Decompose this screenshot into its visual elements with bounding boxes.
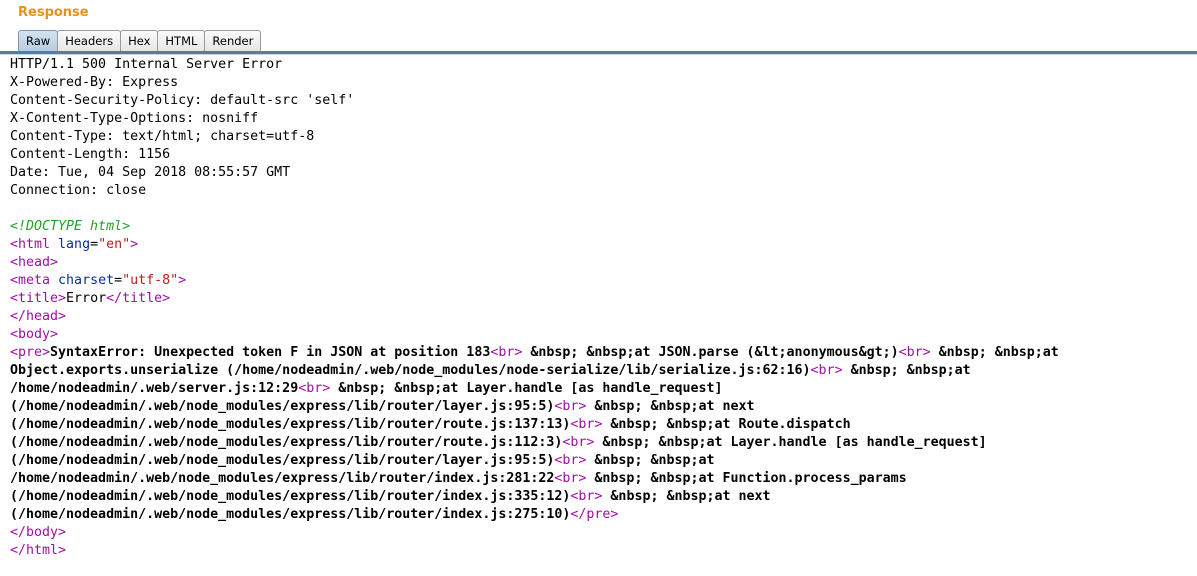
stack-trace-line: (/home/nodeadmin/.web/node_modules/expre… <box>10 416 1197 434</box>
br-tag: <br> <box>570 417 603 432</box>
br-tag: <br> <box>570 489 603 504</box>
title-open-tag: <title> <box>10 291 67 306</box>
html-close-line: </html> <box>10 542 1197 560</box>
tab-render[interactable]: Render <box>204 30 262 51</box>
stack-trace-text: SyntaxError: Unexpected token F in JSON … <box>50 345 491 360</box>
stack-trace-text: (/home/nodeadmin/.web/node_modules/expre… <box>10 435 563 450</box>
br-tag: <br> <box>554 453 587 468</box>
doctype: <!DOCTYPE html> <box>10 219 131 234</box>
lang-attr: lang <box>58 237 91 252</box>
title-text: Error <box>66 291 107 306</box>
charset-attr: charset <box>58 273 115 288</box>
stack-trace-text: Object.exports.unserialize (/home/nodead… <box>10 363 811 378</box>
br-tag: <br> <box>562 435 595 450</box>
stack-trace-text: (/home/nodeadmin/.web/node_modules/expre… <box>10 489 571 504</box>
stack-trace-line: /home/nodeadmin/.web/server.js:12:29<br>… <box>10 380 1197 398</box>
tab-headers[interactable]: Headers <box>57 30 122 51</box>
stack-trace-text: &nbsp; &nbsp;at Function.process_params <box>586 471 907 486</box>
stack-trace-line: <pre>SyntaxError: Unexpected token F in … <box>10 344 1197 362</box>
view-tabs: Raw Headers Hex HTML Render <box>18 30 262 51</box>
response-panel-title: Response <box>18 5 89 20</box>
lang-value: "en" <box>98 237 131 252</box>
body-close-line: </body> <box>10 524 1197 542</box>
stack-trace-text: &nbsp; &nbsp;at Layer.handle [as handle_… <box>594 435 987 450</box>
header-line: Content-Length: 1156 <box>10 147 171 162</box>
title-line: <title>Error</title> <box>10 290 1197 308</box>
status-line: HTTP/1.1 500 Internal Server Error <box>10 57 283 72</box>
stack-trace-text: &nbsp; &nbsp;at Layer.handle [as handle_… <box>330 381 723 396</box>
stack-trace-text: &nbsp; &nbsp;at <box>842 363 971 378</box>
header-line: X-Content-Type-Options: nosniff <box>10 111 259 126</box>
body-open-line: <body> <box>10 326 1197 344</box>
header-line: Content-Security-Policy: default-src 'se… <box>10 93 355 108</box>
br-tag: <br> <box>554 471 587 486</box>
stack-trace-text: &nbsp; &nbsp;at JSON.parse (&lt;anonymou… <box>522 345 899 360</box>
tag-close-bracket: > <box>178 273 187 288</box>
head-close-line: </head> <box>10 308 1197 326</box>
head-open-line: <head> <box>10 254 1197 272</box>
stack-trace-text: &nbsp; &nbsp;at next <box>586 399 755 414</box>
stack-trace-line: /home/nodeadmin/.web/node_modules/expres… <box>10 470 1197 488</box>
tab-hex[interactable]: Hex <box>120 30 159 51</box>
charset-value: "utf-8" <box>122 273 179 288</box>
equals: = <box>90 237 99 252</box>
stack-trace-line: (/home/nodeadmin/.web/node_modules/expre… <box>10 488 1197 506</box>
br-tag: <br> <box>298 381 331 396</box>
pre-close-tag: </pre> <box>570 507 619 522</box>
header-line: Content-Type: text/html; charset=utf-8 <box>10 129 315 144</box>
html-open-tag: <html <box>10 237 51 252</box>
stack-trace-text: (/home/nodeadmin/.web/node_modules/expre… <box>10 507 571 522</box>
stack-trace-line: (/home/nodeadmin/.web/node_modules/expre… <box>10 506 1197 524</box>
stack-trace-text: (/home/nodeadmin/.web/node_modules/expre… <box>10 453 555 468</box>
stack-trace-text: /home/nodeadmin/.web/node_modules/expres… <box>10 471 555 486</box>
stack-trace-text: &nbsp; &nbsp;at next <box>602 489 771 504</box>
html-open-line: <html lang="en"> <box>10 236 1197 254</box>
stack-trace-line: Object.exports.unserialize (/home/nodead… <box>10 362 1197 380</box>
br-tag: <br> <box>810 363 843 378</box>
body-open-tag: <body> <box>10 327 59 342</box>
raw-response-text[interactable]: HTTP/1.1 500 Internal Server Error X-Pow… <box>10 56 1197 560</box>
meta-line: <meta charset="utf-8"> <box>10 272 1197 290</box>
stack-trace-text: (/home/nodeadmin/.web/node_modules/expre… <box>10 399 555 414</box>
doctype-line: <!DOCTYPE html> <box>10 218 1197 236</box>
stack-trace-line: (/home/nodeadmin/.web/node_modules/expre… <box>10 452 1197 470</box>
head-close-tag: </head> <box>10 309 67 324</box>
pre-open-tag: <pre> <box>10 345 51 360</box>
tab-raw[interactable]: Raw <box>18 30 59 51</box>
br-tag: <br> <box>554 399 587 414</box>
tab-html[interactable]: HTML <box>157 30 206 51</box>
stack-trace-text: (/home/nodeadmin/.web/node_modules/expre… <box>10 417 571 432</box>
equals: = <box>114 273 123 288</box>
title-close-tag: </title> <box>106 291 171 306</box>
header-line: X-Powered-By: Express <box>10 75 179 90</box>
header-line: Date: Tue, 04 Sep 2018 08:55:57 GMT <box>10 165 291 180</box>
pre-error-block: <pre>SyntaxError: Unexpected token F in … <box>10 344 1197 524</box>
body-close-tag: </body> <box>10 525 67 540</box>
tab-divider-highlight <box>0 54 1197 55</box>
meta-open-tag: <meta <box>10 273 51 288</box>
stack-trace-line: (/home/nodeadmin/.web/node_modules/expre… <box>10 398 1197 416</box>
stack-trace-line: (/home/nodeadmin/.web/node_modules/expre… <box>10 434 1197 452</box>
br-tag: <br> <box>490 345 523 360</box>
stack-trace-text: &nbsp; &nbsp;at Route.dispatch <box>602 417 851 432</box>
br-tag: <br> <box>898 345 931 360</box>
stack-trace-text: &nbsp; &nbsp;at <box>930 345 1059 360</box>
stack-trace-text: &nbsp; &nbsp;at <box>586 453 715 468</box>
html-close-tag: </html> <box>10 543 67 558</box>
header-line: Connection: close <box>10 183 147 198</box>
tag-close-bracket: > <box>130 237 139 252</box>
stack-trace-text: /home/nodeadmin/.web/server.js:12:29 <box>10 381 299 396</box>
head-open-tag: <head> <box>10 255 59 270</box>
